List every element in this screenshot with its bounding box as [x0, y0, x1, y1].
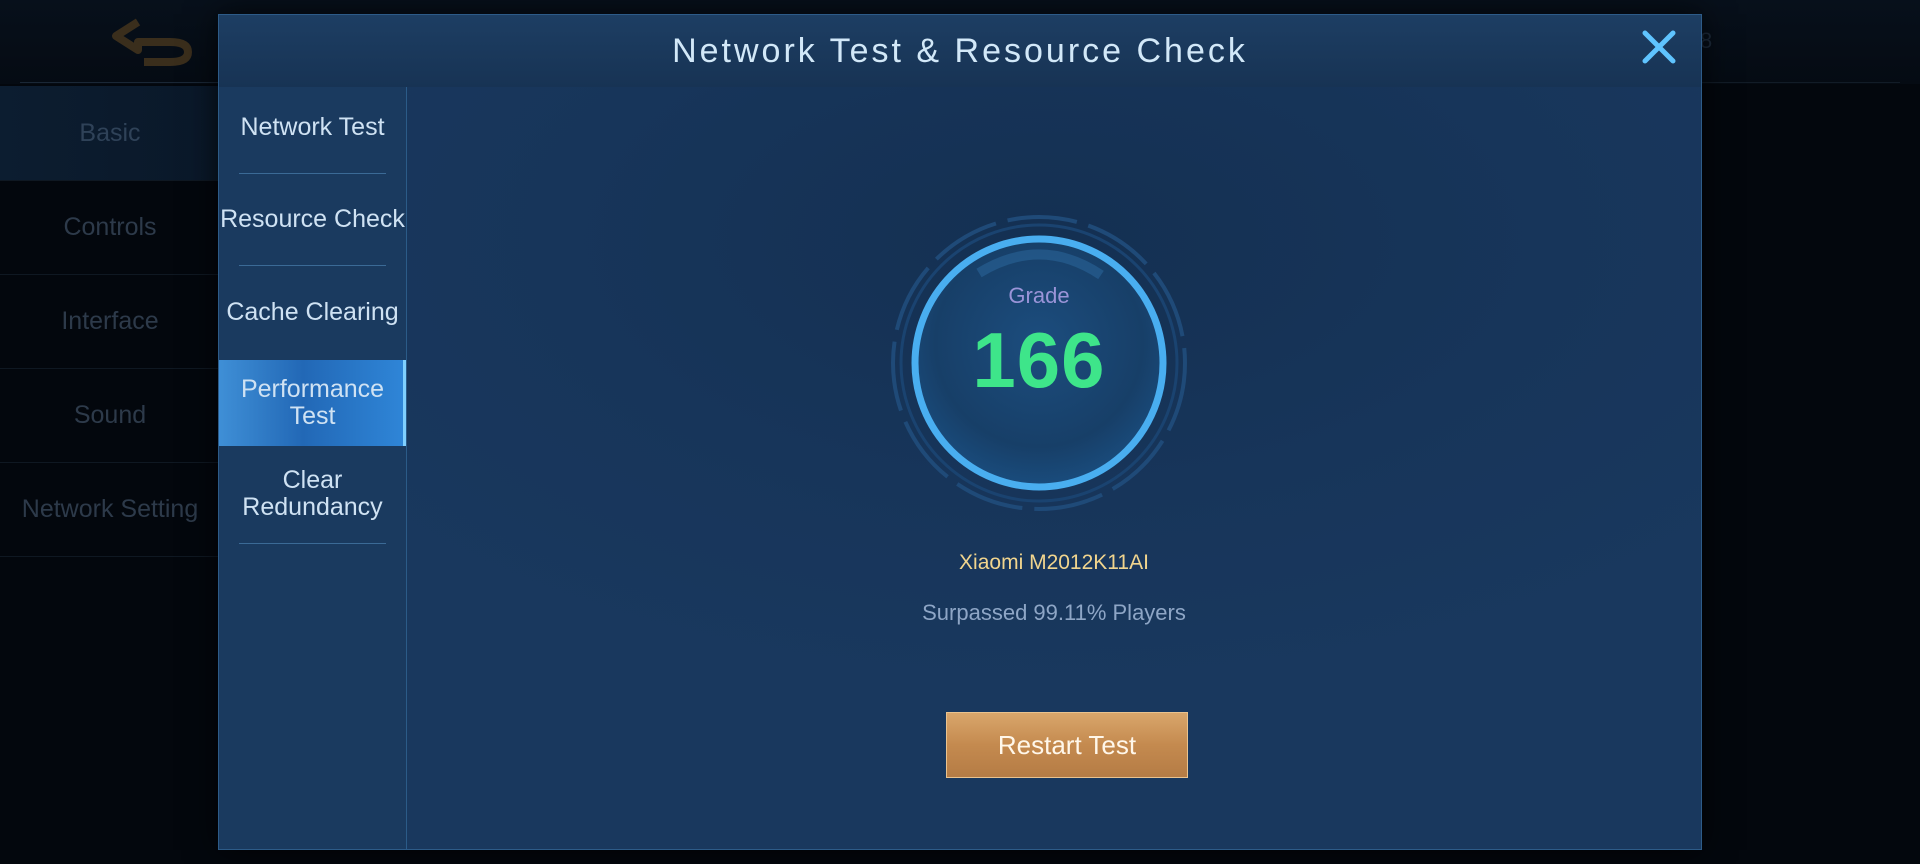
tab-resource-check[interactable]: Resource Check: [219, 177, 406, 261]
restart-test-button[interactable]: Restart Test: [946, 712, 1188, 778]
tab-cache-clearing[interactable]: Cache Clearing: [219, 269, 406, 355]
tab-network-test[interactable]: Network Test: [219, 87, 406, 167]
dialog-title: Network Test & Resource Check: [672, 32, 1248, 70]
network-test-dialog: Network Test & Resource Check Network Te…: [218, 14, 1702, 850]
tab-divider: [239, 173, 386, 174]
tab-divider: [239, 543, 386, 544]
dialog-header: Network Test & Resource Check: [219, 15, 1701, 88]
background-tab-basic: Basic: [0, 86, 220, 181]
grade-value: 166: [972, 316, 1106, 404]
background-settings-sidebar: Basic Controls Interface Sound Network S…: [0, 86, 220, 566]
back-arrow-icon[interactable]: [108, 12, 204, 66]
close-button[interactable]: [1637, 25, 1681, 69]
surpassed-players-text: Surpassed 99.11% Players: [922, 600, 1186, 625]
close-icon: [1642, 30, 1676, 64]
background-tab-sound: Sound: [0, 368, 220, 463]
background-tab-controls: Controls: [0, 180, 220, 275]
tab-divider: [239, 265, 386, 266]
tab-clear-redundancy[interactable]: Clear Redundancy: [219, 451, 406, 537]
grade-label: Grade: [1008, 283, 1070, 308]
background-tab-interface: Interface: [0, 274, 220, 369]
performance-test-panel: Grade 166 Xiaomi M2012K11AI Surpassed 99…: [407, 87, 1701, 849]
background-right-divider: [1700, 82, 1900, 83]
background-tab-network-setting: Network Setting: [0, 462, 220, 557]
dialog-tab-list: Network Test Resource Check Cache Cleari…: [219, 87, 407, 849]
device-name: Xiaomi M2012K11AI: [959, 551, 1149, 574]
tab-performance-test[interactable]: Performance Test: [219, 360, 406, 446]
